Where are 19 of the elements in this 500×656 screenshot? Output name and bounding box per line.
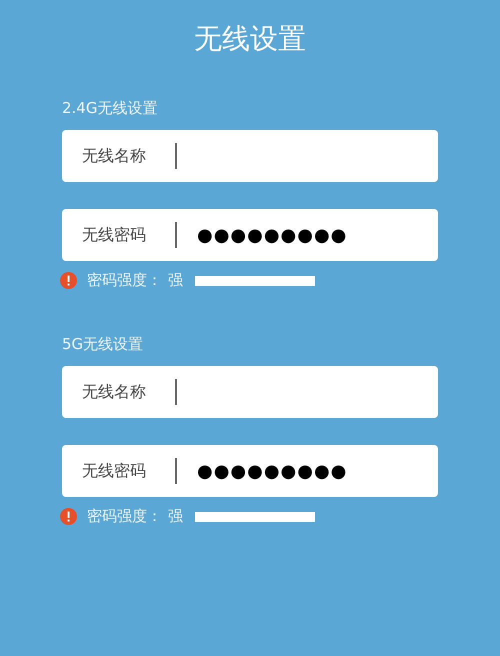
password-value: ●●●●●●●●● [197,224,348,246]
field-label: 无线密码 [81,224,147,246]
password-field[interactable]: 无线密码 ●●●●●●●●● [62,209,438,261]
section-heading: 5G无线设置 [62,335,144,354]
password-value: ●●●●●●●●● [197,460,348,482]
strength-value: 强 [168,271,183,290]
input-field[interactable]: 无线名称 [62,366,438,418]
field-label: 无线密码 [81,460,147,482]
page-title: 无线设置 [193,21,307,57]
strength-label: 密码强度： [87,507,162,526]
password-field[interactable]: 无线密码 ●●●●●●●●● [62,445,438,497]
warning-icon [60,272,77,289]
warning-icon [60,508,77,525]
section-heading: 2.4G无线设置 [62,99,158,118]
strength-label: 密码强度： [87,271,162,290]
field-label: 无线名称 [81,382,147,402]
field-label: 无线名称 [81,146,147,166]
input-field[interactable]: 无线名称 [62,130,438,182]
strength-value: 强 [168,507,183,526]
